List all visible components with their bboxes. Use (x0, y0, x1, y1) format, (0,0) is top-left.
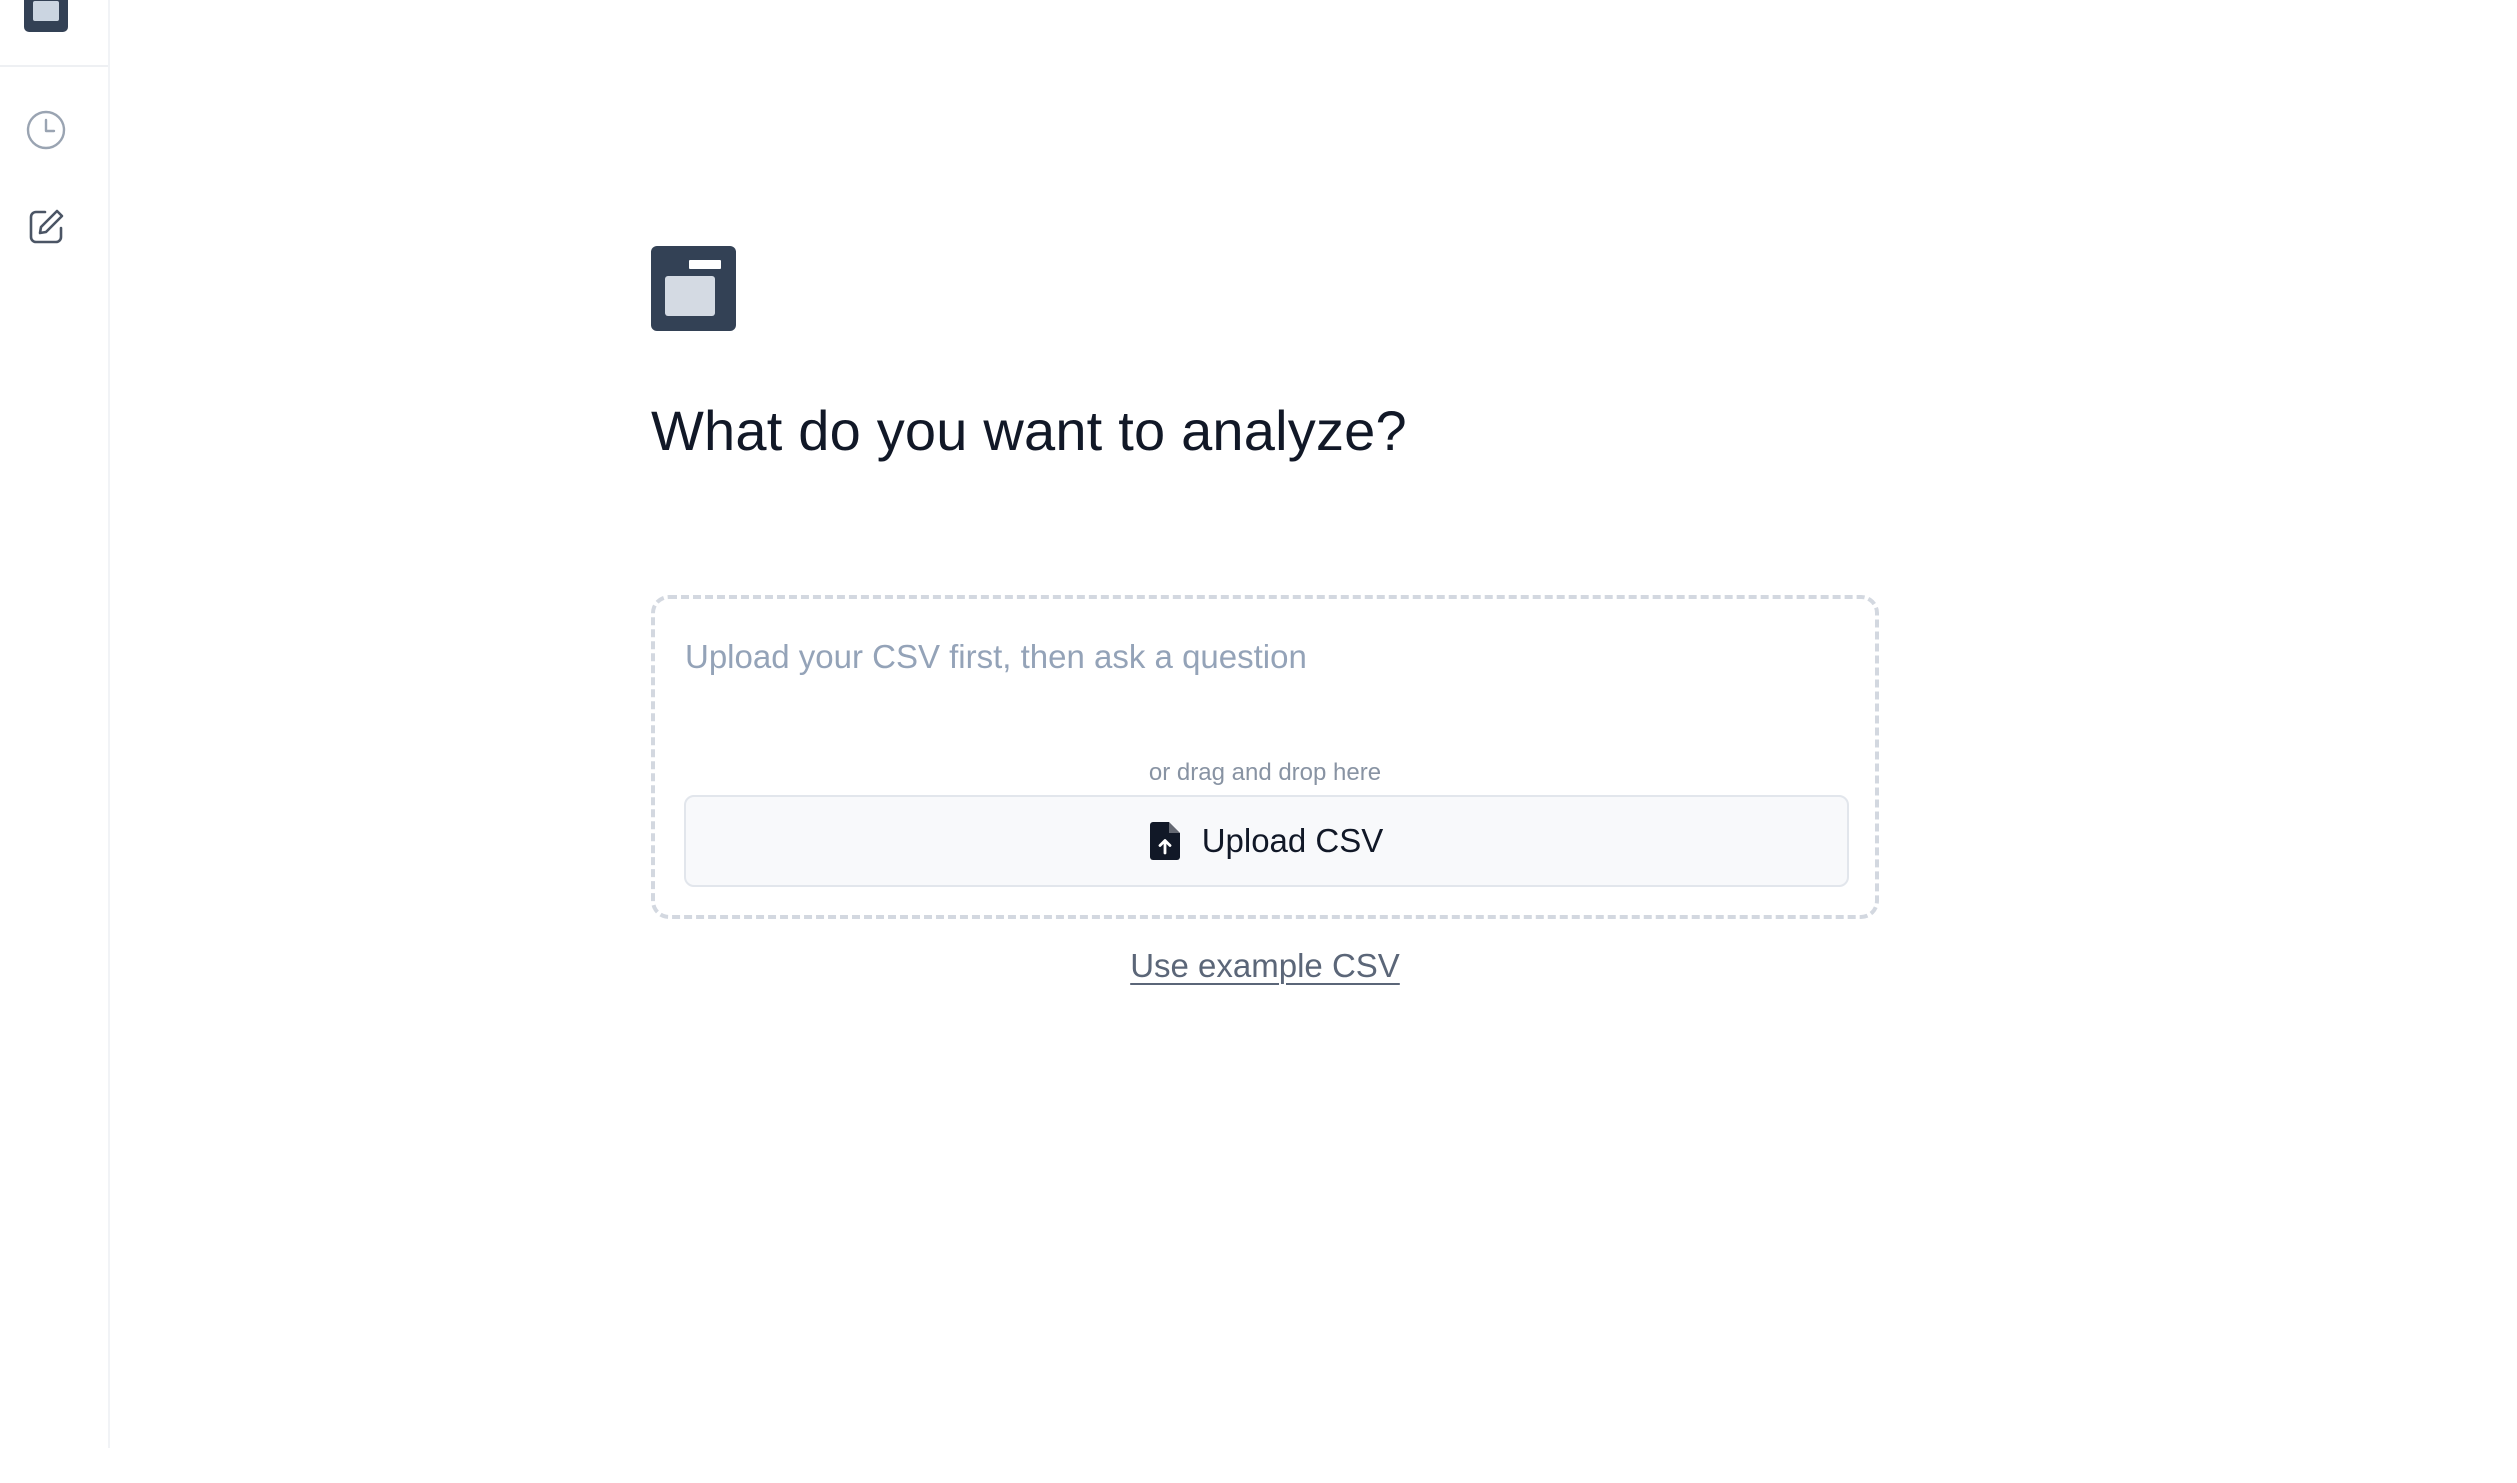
upload-csv-button[interactable]: Upload CSV (684, 795, 1849, 887)
edit-icon (29, 209, 64, 244)
brand-logo-bar (689, 260, 721, 269)
file-upload-icon (1149, 822, 1180, 860)
app-root: What do you want to analyze? or drag and… (0, 0, 2517, 1483)
sidebar-item-history[interactable] (22, 106, 70, 154)
page-title: What do you want to analyze? (651, 399, 1407, 462)
sidebar-item-new-analysis[interactable] (22, 203, 70, 251)
use-example-csv-link[interactable]: Use example CSV (1130, 947, 1400, 984)
brand-logo-icon (651, 246, 736, 331)
drag-drop-hint: or drag and drop here (1148, 759, 1382, 786)
question-input[interactable] (685, 629, 1845, 685)
csv-dropzone[interactable]: or drag and drop here Upload CSV (651, 595, 1879, 919)
clock-icon (26, 110, 66, 150)
app-logo-window-shape (33, 1, 59, 21)
brand-logo-window (665, 276, 715, 316)
example-csv-link-wrapper: Use example CSV (651, 947, 1879, 985)
sidebar-header (0, 0, 108, 67)
upload-csv-label: Upload CSV (1201, 822, 1384, 859)
sidebar (0, 0, 110, 1448)
app-logo-icon[interactable] (24, 0, 68, 32)
